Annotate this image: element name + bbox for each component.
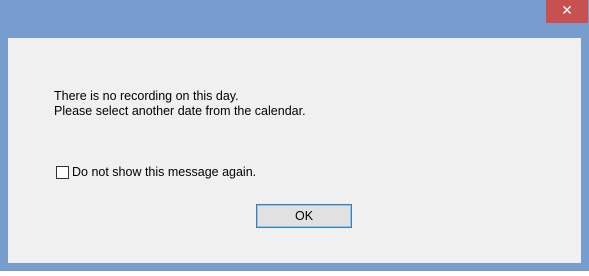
message-text: There is no recording on this day. Pleas… <box>54 89 306 119</box>
dialog-window: ✕ There is no recording on this day. Ple… <box>0 0 589 271</box>
dialog-body: There is no recording on this day. Pleas… <box>8 38 581 263</box>
close-button[interactable]: ✕ <box>546 0 588 23</box>
message-line-2: Please select another date from the cale… <box>54 104 306 118</box>
close-icon: ✕ <box>561 3 573 19</box>
dont-show-again-label[interactable]: Do not show this message again. <box>72 165 256 180</box>
message-line-1: There is no recording on this day. <box>54 89 239 103</box>
title-bar[interactable]: ✕ <box>0 0 589 38</box>
dont-show-again-checkbox[interactable] <box>56 165 69 179</box>
ok-button[interactable]: OK <box>256 204 352 228</box>
dont-show-again-option[interactable]: Do not show this message again. <box>56 164 256 180</box>
